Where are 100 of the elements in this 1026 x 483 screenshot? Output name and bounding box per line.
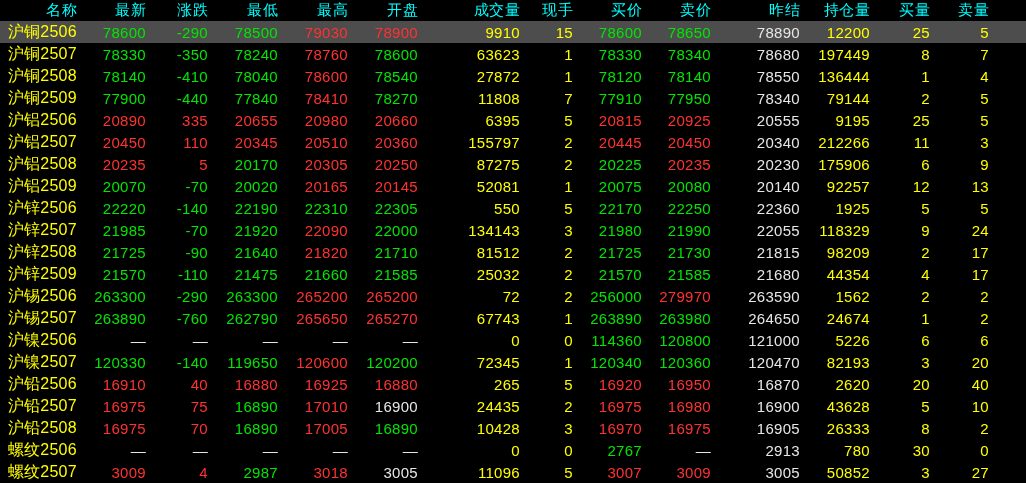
- column-header[interactable]: 卖量: [930, 1, 989, 20]
- column-header[interactable]: 开盘: [348, 1, 418, 20]
- column-header[interactable]: 涨跌: [146, 1, 208, 20]
- quote-row[interactable]: 沪铜2507 78330 -350 78240 78760 78600 63623 1 78330 78340 78680 197449 8 7: [0, 43, 1026, 65]
- table-cell-text: —: [261, 331, 278, 349]
- table-cell-text: 16890: [373, 419, 418, 437]
- table-cell-text: 25: [911, 111, 930, 129]
- table-cell-text: 16975: [101, 419, 146, 437]
- table-cell-text: 0: [979, 441, 989, 459]
- table-cell-text: 21725: [597, 243, 642, 261]
- contract-name: 沪镍2506: [6, 329, 77, 350]
- quote-row[interactable]: 沪锌2507 21985 -70 21920 22090 22000 134143 3 21980 21990 22055 118329 9 24: [0, 219, 1026, 241]
- table-cell-text: 120340: [589, 353, 642, 371]
- column-header[interactable]: 买量: [870, 1, 930, 20]
- table-cell-text: 263890: [93, 309, 146, 327]
- column-header[interactable]: 名称: [0, 1, 77, 20]
- contract-name: 沪铝2509: [6, 175, 77, 196]
- table-cell-text: 77840: [233, 89, 278, 107]
- quote-row[interactable]: 沪铝2509 20070 -70 20020 20165 20145 52081 1 20075 20080 20140 92257 12 13: [0, 175, 1026, 197]
- table-cell-text: 78340: [755, 89, 800, 107]
- table-cell-text: 5: [979, 23, 989, 41]
- quote-row[interactable]: 沪锌2506 22220 -140 22190 22310 22305 550 5 22170 22250 22360 1925 5 5: [0, 197, 1026, 219]
- contract-name: 沪锌2506: [6, 197, 77, 218]
- table-cell-text: 78550: [755, 67, 800, 85]
- table-cell-text: 98209: [825, 243, 870, 261]
- table-cell-text: 16970: [597, 419, 642, 437]
- table-cell-text: 10: [970, 397, 989, 415]
- table-cell-text: 43628: [825, 397, 870, 415]
- quote-row[interactable]: 沪铅2508 16975 70 16890 17005 16890 10428 3 16970 16975 16905 26333 8 2: [0, 417, 1026, 439]
- table-cell-text: 20655: [233, 111, 278, 129]
- table-cell-text: —: [129, 441, 146, 459]
- table-cell-text: 63623: [475, 45, 520, 63]
- table-cell-text: 17: [970, 243, 989, 261]
- contract-name: 沪镍2507: [6, 351, 77, 372]
- table-cell-text: 175906: [817, 155, 870, 173]
- table-cell-text: 9: [979, 155, 989, 173]
- column-header[interactable]: 最低: [208, 1, 278, 20]
- quote-row[interactable]: 沪锡2506 263300 -290 263300 265200 265200 72 2 256000 279970 263590 1562 2 2: [0, 285, 1026, 307]
- table-cell-text: 5: [979, 89, 989, 107]
- contract-name: 沪铜2508: [6, 65, 77, 86]
- table-cell-text: 279970: [658, 287, 711, 305]
- table-cell-text: 2620: [834, 375, 870, 393]
- quote-row[interactable]: 沪铝2507 20450 110 20345 20510 20360 155797 2 20445 20450 20340 212266 11 3: [0, 131, 1026, 153]
- contract-name: 沪锌2507: [6, 219, 77, 240]
- column-header[interactable]: 卖价: [642, 1, 711, 20]
- table-cell-text: 197449: [817, 45, 870, 63]
- contract-name: 螺纹2506: [6, 439, 77, 460]
- quote-row[interactable]: 沪铝2506 20890 335 20655 20980 20660 6395 5 20815 20925 20555 9195 25 5: [0, 109, 1026, 131]
- table-cell-text: 3: [979, 133, 989, 151]
- quote-row[interactable]: 沪铅2506 16910 40 16880 16925 16880 265 5 16920 16950 16870 2620 20 40: [0, 373, 1026, 395]
- table-cell-text: 21680: [755, 265, 800, 283]
- table-cell-text: 3: [920, 353, 930, 371]
- column-header[interactable]: 最高: [278, 1, 348, 20]
- quote-row[interactable]: 沪镍2507 120330 -140 119650 120600 120200 72345 1 120340 120360 120470 82193 3 20: [0, 351, 1026, 373]
- quote-row[interactable]: 螺纹2506 — — — — — 0 0 2767 — 2913 780 30 0: [0, 439, 1026, 461]
- table-cell-text: 1925: [834, 199, 870, 217]
- column-header[interactable]: 现手: [520, 1, 573, 20]
- table-cell-text: 20450: [666, 133, 711, 151]
- table-cell-text: 77910: [597, 89, 642, 107]
- table-cell-text: 17: [970, 265, 989, 283]
- quote-row[interactable]: 沪锡2507 263890 -760 262790 265650 265270 67743 1 263890 263980 264650 24674 1 2: [0, 307, 1026, 329]
- table-cell-text: 20815: [597, 111, 642, 129]
- contract-name: 沪铜2509: [6, 87, 77, 108]
- table-cell-text: 155797: [467, 133, 520, 151]
- table-cell-text: 7: [979, 45, 989, 63]
- table-cell-text: 72: [501, 287, 520, 305]
- table-cell-text: -440: [175, 89, 208, 107]
- table-cell-text: 20170: [233, 155, 278, 173]
- table-cell-text: 16900: [755, 397, 800, 415]
- table-cell-text: 120200: [365, 353, 418, 371]
- table-cell-text: 24: [970, 221, 989, 239]
- quote-row[interactable]: 沪铅2507 16975 75 16890 17010 16900 24435 2 16975 16980 16900 43628 5 10: [0, 395, 1026, 417]
- quote-row[interactable]: 沪锌2508 21725 -90 21640 21820 21710 81512 2 21725 21730 21815 98209 2 17: [0, 241, 1026, 263]
- table-cell-text: 2: [563, 397, 573, 415]
- table-cell-text: 24674: [825, 309, 870, 327]
- table-cell-text: 780: [843, 441, 870, 459]
- table-cell-text: -760: [175, 309, 208, 327]
- quote-row[interactable]: 沪铜2508 78140 -410 78040 78600 78540 27872 1 78120 78140 78550 136444 1 4: [0, 65, 1026, 87]
- quote-row[interactable]: 沪镍2506 — — — — — 0 0 114360 120800 121000 5226 6 6: [0, 329, 1026, 351]
- quote-row[interactable]: 沪铜2509 77900 -440 77840 78410 78270 11808 7 77910 77950 78340 79144 2 5: [0, 87, 1026, 109]
- table-cell-text: -140: [175, 199, 208, 217]
- quote-row[interactable]: 沪铝2508 20235 5 20170 20305 20250 87275 2 20225 20235 20230 175906 6 9: [0, 153, 1026, 175]
- table-cell-text: 78680: [755, 45, 800, 63]
- column-header[interactable]: 昨结: [711, 1, 800, 20]
- table-cell-text: 20070: [101, 177, 146, 195]
- table-cell-text: 119650: [226, 353, 278, 371]
- contract-name: 沪锌2508: [6, 241, 77, 262]
- column-header[interactable]: 持仓量: [800, 1, 870, 20]
- table-cell-text: 120360: [658, 353, 711, 371]
- quote-row[interactable]: 螺纹2507 3009 4 2987 3018 3005 11096 5 3007 3009 3005 50852 3 27: [0, 461, 1026, 483]
- column-header[interactable]: 成交量: [418, 1, 520, 20]
- column-header[interactable]: 最新: [77, 1, 146, 20]
- table-cell-text: 22170: [597, 199, 642, 217]
- quote-row[interactable]: 沪铜2506 78600 -290 78500 79030 78900 9910 15 78600 78650 78890 12200 25 5: [0, 21, 1026, 43]
- table-cell-text: 20225: [597, 155, 642, 173]
- table-cell-text: 20510: [303, 133, 348, 151]
- table-cell-text: 5: [563, 111, 573, 129]
- table-cell-text: 16950: [666, 375, 711, 393]
- quote-row[interactable]: 沪锌2509 21570 -110 21475 21660 21585 25032 2 21570 21585 21680 44354 4 17: [0, 263, 1026, 285]
- column-header[interactable]: 买价: [573, 1, 642, 20]
